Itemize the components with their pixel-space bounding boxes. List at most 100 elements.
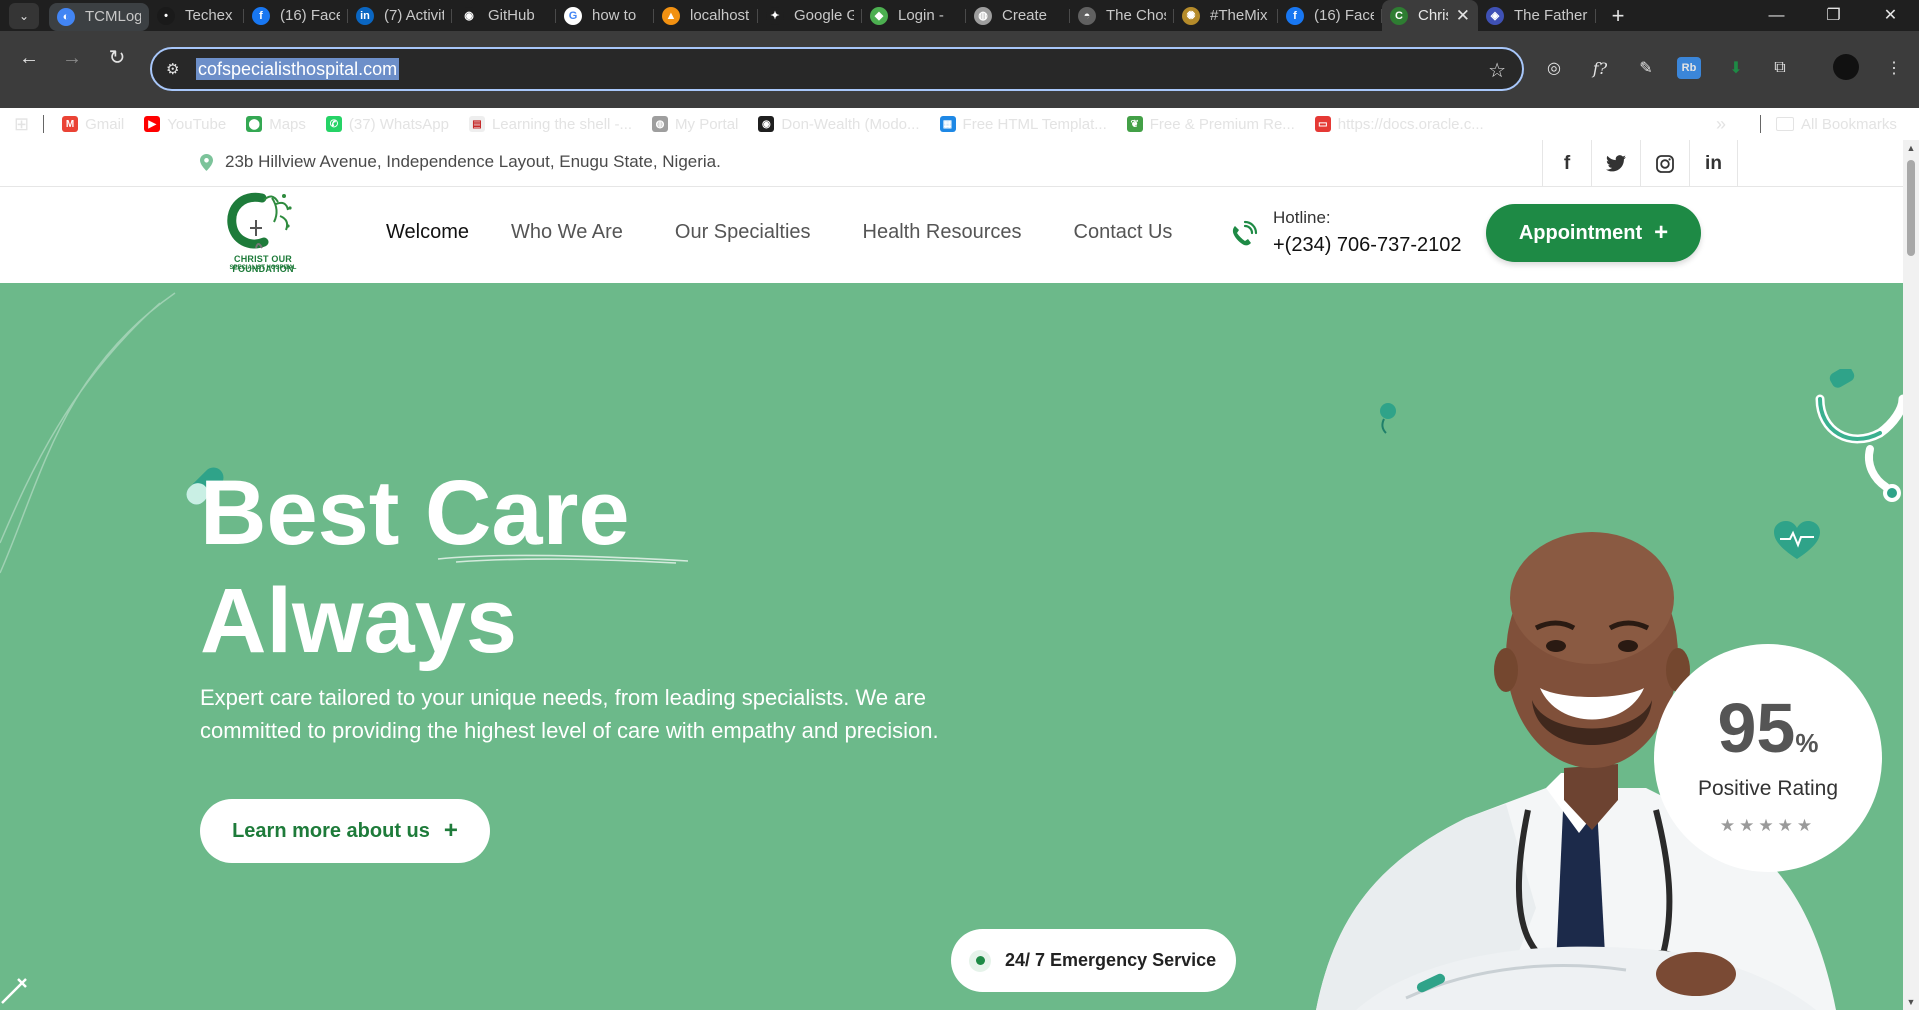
- appointment-button[interactable]: Appointment +: [1486, 204, 1701, 262]
- browser-menu-icon[interactable]: ⋮: [1880, 54, 1908, 82]
- scroll-down-icon[interactable]: ▼: [1903, 997, 1919, 1007]
- bookmark-item[interactable]: ◉ Don-Wealth (Modo...: [758, 116, 920, 133]
- nav-item-our-specialties[interactable]: Our Specialties: [675, 221, 811, 244]
- address-url[interactable]: cofspecialisthospital.com: [196, 58, 400, 80]
- hero-description: Expert care tailored to your unique need…: [200, 685, 939, 743]
- rating-label: Positive Rating: [1697, 777, 1839, 800]
- bookmark-item[interactable]: ▦ Free HTML Templat...: [939, 116, 1107, 133]
- browser-tab[interactable]: ◍ Create: [966, 0, 1070, 31]
- restore-icon[interactable]: ❐: [1805, 0, 1862, 31]
- browser-tab[interactable]: ▲ localhost: [654, 0, 758, 31]
- extensions-puzzle-icon[interactable]: ⧉: [1766, 54, 1794, 82]
- bookmark-label: (37) WhatsApp: [348, 115, 449, 133]
- linkedin-icon[interactable]: in: [1689, 140, 1738, 187]
- formula-extension-icon[interactable]: f?: [1586, 54, 1614, 82]
- browser-tab[interactable]: ◈ The Father: [1478, 0, 1596, 31]
- bookmark-item[interactable]: ▤ Learning the shell -...: [468, 116, 632, 133]
- nav-item-who-we-are[interactable]: Who We Are: [511, 221, 623, 244]
- address-bar[interactable]: ⚙ cofspecialisthospital.com ☆: [150, 47, 1524, 91]
- new-tab-button[interactable]: +: [1604, 3, 1632, 29]
- tab-search-button[interactable]: ⌄: [9, 2, 39, 29]
- tab-title: Christ Our Foundation: [1418, 7, 1448, 24]
- scroll-thumb[interactable]: [1907, 160, 1915, 256]
- tab-favicon-icon: ◐: [57, 7, 75, 26]
- hospital-logo[interactable]: CHRIST OUR FOUNDATION SPECIALIST HOSPITA…: [202, 190, 324, 280]
- hotline-number[interactable]: +(234) 706-737-2102: [1273, 234, 1461, 257]
- address-info: 23b Hillview Avenue, Independence Layout…: [200, 152, 721, 172]
- hotline-label: Hotline:: [1273, 208, 1331, 227]
- nav-item-health-resources[interactable]: Health Resources: [863, 221, 1022, 244]
- hero-heading-line2: Always: [200, 570, 518, 672]
- download-extension-icon[interactable]: ⬇: [1722, 54, 1750, 82]
- rb-extension-icon[interactable]: Rb: [1677, 57, 1701, 79]
- browser-tab[interactable]: • Techex: [149, 0, 244, 31]
- phone-icon: [1232, 220, 1258, 246]
- top-info-bar: 23b Hillview Avenue, Independence Layout…: [0, 140, 1903, 187]
- plus-icon: +: [443, 817, 458, 844]
- rating-number: 95: [1717, 689, 1796, 767]
- all-bookmarks-button[interactable]: All Bookmarks: [1776, 116, 1897, 133]
- forward-button[interactable]: →: [57, 43, 87, 73]
- browser-tab[interactable]: f (16) Facebook: [244, 0, 348, 31]
- close-tab-icon[interactable]: ✕: [1456, 6, 1470, 26]
- browser-tab[interactable]: ✺ #TheMix: [1174, 0, 1278, 31]
- bookmark-item[interactable]: ▶ YouTube: [144, 116, 226, 133]
- bookmarks-bar: ⊞ M Gmail ▶ YouTube ⬤ Maps ✆ (37) WhatsApp ▤ Lear…: [0, 109, 1919, 139]
- browser-tab[interactable]: ◉ GitHub: [452, 0, 556, 31]
- more-bookmarks-icon[interactable]: »: [1716, 114, 1726, 135]
- learn-more-button[interactable]: Learn more about us +: [200, 799, 490, 863]
- all-bookmarks-label: All Bookmarks: [1801, 115, 1897, 133]
- eyedropper-extension-icon[interactable]: ✎: [1632, 54, 1660, 82]
- learn-more-label: Learn more about us: [232, 819, 430, 842]
- reload-button[interactable]: ↻: [102, 43, 132, 73]
- browser-tab[interactable]: ◆ Login -: [862, 0, 966, 31]
- browser-tab[interactable]: ◓ The Chosen: [1070, 0, 1174, 31]
- browser-tab[interactable]: ✦ Google Gemini: [758, 0, 862, 31]
- nav-item-welcome[interactable]: Welcome: [386, 221, 469, 244]
- nav-item-contact-us[interactable]: Contact Us: [1074, 221, 1173, 244]
- title-underline-scribble: [437, 554, 689, 564]
- bookmark-star-icon[interactable]: ☆: [1488, 58, 1506, 83]
- tab-favicon-icon: ✺: [1182, 6, 1200, 25]
- scroll-up-icon[interactable]: ▲: [1903, 143, 1919, 153]
- browser-tab[interactable]: in (7) Activity: [348, 0, 452, 31]
- bookmark-item[interactable]: ❦ Free & Premium Re...: [1126, 115, 1295, 133]
- apps-grid-icon[interactable]: ⊞: [14, 114, 29, 135]
- main-navigation: Welcome Who We Are Our Specialties Health R…: [386, 221, 1224, 244]
- page-scrollbar[interactable]: ▲ ▼: [1903, 140, 1919, 1010]
- minimize-icon[interactable]: —: [1748, 0, 1805, 31]
- bookmark-item[interactable]: ✆ (37) WhatsApp: [325, 115, 449, 133]
- profile-avatar[interactable]: [1833, 54, 1859, 80]
- decorative-pill-icon: [1380, 403, 1396, 434]
- browser-tab[interactable]: f (16) Facebook: [1278, 0, 1382, 31]
- emergency-badge: 24/ 7 Emergency Service: [951, 929, 1236, 992]
- tab-title: (16) Facebook: [280, 7, 340, 24]
- tab-favicon-icon: ◍: [974, 6, 992, 25]
- facebook-icon[interactable]: f: [1542, 140, 1591, 187]
- bookmark-label: Free & Premium Re...: [1149, 115, 1295, 133]
- twitter-icon[interactable]: [1591, 140, 1640, 187]
- tab-title: Login -: [898, 7, 944, 24]
- bookmark-item[interactable]: ⬤ Maps: [246, 116, 306, 133]
- bookmark-item[interactable]: ◍ My Portal: [652, 116, 738, 133]
- close-window-icon[interactable]: ✕: [1862, 0, 1919, 31]
- browser-tab[interactable]: ◐ TCMLogin: [49, 2, 149, 31]
- back-button[interactable]: ←: [14, 43, 44, 73]
- rating-unit: %: [1795, 728, 1819, 758]
- browser-tab[interactable]: Ghow to: [556, 0, 654, 31]
- star-icon: ★: [1796, 816, 1817, 835]
- tab-title: how to: [592, 7, 637, 24]
- browser-tab[interactable]: C Christ Our Foundation ✕: [1382, 0, 1478, 31]
- browser-toolbar: ← → ↻ ⚙ cofspecialisthospital.com ☆ ◎ f?…: [0, 31, 1919, 134]
- rating-stars: ★★★★★: [1654, 816, 1882, 836]
- star-icon: ★: [1777, 816, 1797, 835]
- social-links: f in: [1542, 140, 1738, 187]
- bookmark-item[interactable]: ▭ https://docs.oracle.c...: [1314, 116, 1484, 133]
- site-info-icon[interactable]: ⚙: [166, 60, 179, 78]
- tab-favicon-icon: f: [252, 6, 270, 25]
- tab-favicon-icon: in: [356, 6, 374, 25]
- grammarly-extension-icon[interactable]: ◎: [1540, 54, 1568, 82]
- bookmark-list: M Gmail ▶ YouTube ⬤ Maps ✆ (37) WhatsApp ▤ Learni…: [62, 116, 1504, 133]
- instagram-icon[interactable]: [1640, 140, 1689, 187]
- bookmark-item[interactable]: M Gmail: [62, 116, 124, 133]
